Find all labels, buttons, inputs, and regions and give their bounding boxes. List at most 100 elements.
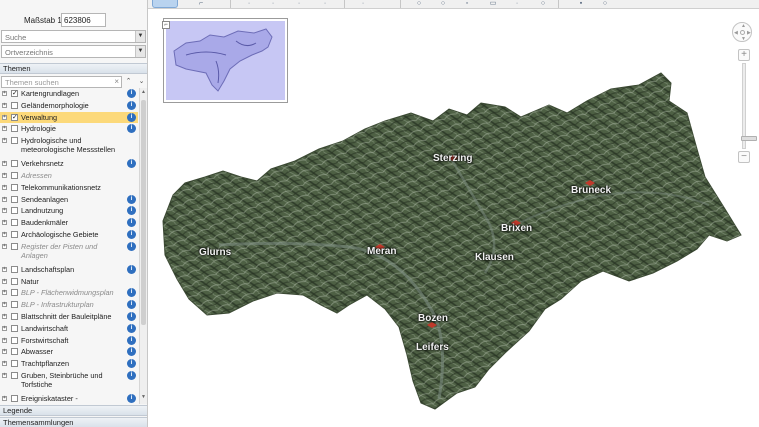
plus-box-icon[interactable]: +: [2, 290, 7, 296]
theme-checkbox[interactable]: ✓: [11, 113, 18, 121]
history-back-icon[interactable]: ○: [414, 0, 424, 8]
plus-box-icon[interactable]: +: [2, 349, 7, 355]
info-tool-icon[interactable]: ·: [358, 0, 368, 8]
info-icon[interactable]: i: [127, 112, 136, 122]
theme-checkbox[interactable]: [11, 160, 18, 168]
theme-checkbox[interactable]: [11, 372, 18, 379]
expand-all-icon[interactable]: ⌄: [137, 77, 146, 87]
plus-box-icon[interactable]: +: [2, 161, 7, 167]
area-tool-icon[interactable]: ·: [294, 0, 304, 8]
theme-checkbox[interactable]: [11, 336, 18, 344]
theme-checkbox[interactable]: [11, 360, 18, 368]
plus-box-icon[interactable]: +: [2, 373, 7, 378]
theme-checkbox[interactable]: [11, 277, 18, 285]
info-icon[interactable]: i: [127, 394, 136, 403]
refresh-icon[interactable]: ○: [538, 0, 548, 8]
point-tool-icon[interactable]: ·: [244, 0, 254, 8]
plus-box-icon[interactable]: +: [2, 325, 7, 331]
measure-tool-icon[interactable]: ⌐: [196, 0, 206, 8]
pan-tool-button[interactable]: [152, 0, 178, 8]
plus-box-icon[interactable]: +: [2, 232, 7, 237]
plus-box-icon[interactable]: +: [2, 302, 7, 308]
plus-box-icon[interactable]: +: [2, 114, 7, 120]
theme-tree-item[interactable]: + Blattschnitt der Bauleitpläne i: [0, 311, 138, 323]
theme-checkbox[interactable]: [11, 265, 18, 273]
plus-box-icon[interactable]: +: [2, 184, 7, 190]
info-icon[interactable]: i: [127, 206, 136, 216]
plus-box-icon[interactable]: +: [2, 173, 7, 178]
theme-checkbox[interactable]: [11, 137, 18, 145]
theme-checkbox[interactable]: [11, 301, 18, 309]
scale-input[interactable]: 623806: [61, 13, 106, 27]
theme-checkbox[interactable]: [11, 101, 18, 109]
select-tool-icon[interactable]: ·: [320, 0, 330, 8]
theme-tree-item[interactable]: + Hydrologie i: [0, 123, 138, 135]
info-icon[interactable]: i: [127, 371, 136, 380]
zoom-in-button[interactable]: +: [738, 49, 750, 61]
theme-tree-item[interactable]: + Landschaftsplan i: [0, 264, 138, 276]
zoom-track[interactable]: [741, 63, 757, 149]
scroll-up-icon[interactable]: ▲: [140, 89, 147, 97]
theme-tree-item[interactable]: + Ereigniskataster - Naturgefahrenkataste…: [0, 393, 138, 404]
info-icon[interactable]: i: [127, 347, 136, 357]
plus-box-icon[interactable]: +: [2, 208, 7, 214]
theme-checkbox[interactable]: [11, 395, 18, 402]
plus-box-icon[interactable]: +: [2, 266, 7, 272]
theme-checkbox[interactable]: [11, 313, 18, 320]
pan-east-icon[interactable]: ▶: [747, 30, 751, 36]
zoom-thumb[interactable]: [741, 136, 757, 141]
collections-panel-header[interactable]: Themensammlungen: [0, 417, 147, 427]
plus-box-icon[interactable]: +: [2, 220, 7, 226]
theme-checkbox[interactable]: [11, 172, 18, 179]
plus-box-icon[interactable]: +: [2, 196, 7, 202]
history-forward-icon[interactable]: ○: [438, 0, 448, 8]
info-icon[interactable]: i: [127, 159, 136, 169]
info-icon[interactable]: i: [127, 288, 136, 298]
document-icon[interactable]: ▫: [462, 0, 472, 8]
theme-checkbox[interactable]: [11, 125, 18, 133]
plus-box-icon[interactable]: +: [2, 243, 7, 249]
info-icon[interactable]: i: [127, 241, 136, 251]
chevron-down-icon[interactable]: ▼: [135, 46, 145, 57]
theme-tree-item[interactable]: + Natur: [0, 276, 138, 288]
overview-toggle-icon[interactable]: ⌐: [162, 21, 170, 29]
clear-x-icon[interactable]: ×: [114, 77, 119, 86]
theme-tree-item[interactable]: + Abwasser i: [0, 346, 138, 358]
help-icon[interactable]: ○: [600, 0, 610, 8]
map-canvas[interactable]: ⌐ Sterzing Bruneck Brixen Glurns Meran K…: [149, 9, 759, 427]
plus-box-icon[interactable]: +: [2, 361, 7, 367]
theme-checkbox[interactable]: [11, 183, 18, 191]
theme-tree-item[interactable]: + Trachtpflanzen i: [0, 358, 138, 370]
info-icon[interactable]: i: [127, 100, 136, 110]
scrollbar-thumb[interactable]: [141, 100, 146, 325]
theme-tree-item[interactable]: + Geländemorphologie i: [0, 100, 138, 112]
theme-tree-item[interactable]: + Landnutzung i: [0, 205, 138, 217]
pan-control[interactable]: ▲ ▼ ◀ ▶: [732, 22, 752, 42]
theme-tree-item[interactable]: + ✓ Kartengrundlagen i: [0, 88, 138, 100]
info-icon[interactable]: i: [127, 230, 136, 239]
info-icon[interactable]: i: [127, 89, 136, 98]
theme-checkbox[interactable]: ✓: [11, 90, 18, 97]
themes-panel-header[interactable]: Themen: [0, 63, 147, 74]
legend-panel-header[interactable]: Legende: [0, 405, 147, 416]
theme-tree-item[interactable]: + Gruben, Steinbrüche und Torfstiche i: [0, 370, 138, 393]
chevron-down-icon[interactable]: ▼: [135, 31, 145, 42]
plus-box-icon[interactable]: +: [2, 337, 7, 343]
info-icon[interactable]: i: [127, 194, 136, 204]
theme-checkbox[interactable]: [11, 289, 18, 297]
scroll-down-icon[interactable]: ▼: [140, 394, 147, 402]
plus-box-icon[interactable]: +: [2, 396, 7, 401]
info-icon[interactable]: i: [127, 359, 136, 369]
theme-tree-item[interactable]: + Sendeanlagen i: [0, 194, 138, 206]
theme-tree-item[interactable]: + ✓ Verwaltung i: [0, 111, 138, 124]
link-icon[interactable]: ·: [512, 0, 522, 8]
theme-tree-item[interactable]: + Landwirtschaft i: [0, 323, 138, 335]
theme-checkbox[interactable]: [11, 324, 18, 332]
pan-west-icon[interactable]: ◀: [734, 30, 738, 36]
pan-north-icon[interactable]: ▲: [741, 23, 746, 29]
plus-box-icon[interactable]: +: [2, 138, 7, 144]
collapse-all-icon[interactable]: ⌃: [124, 77, 133, 87]
theme-tree-item[interactable]: + BLP - Flächenwidmungsplan i: [0, 287, 138, 299]
theme-checkbox[interactable]: [11, 219, 18, 227]
themes-filter-input[interactable]: Themen suchen ×: [1, 76, 122, 88]
